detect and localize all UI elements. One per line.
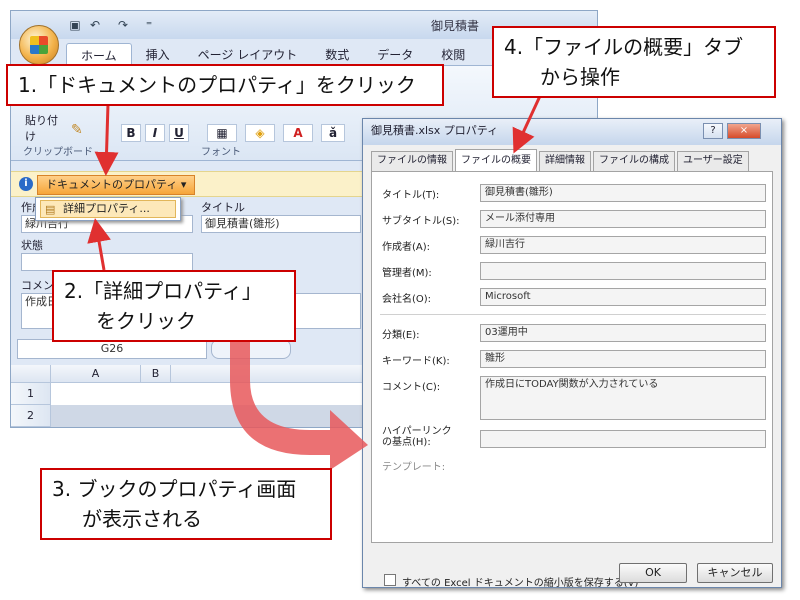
callout-step-4: 4.「ファイルの概要」タブ から操作 bbox=[492, 26, 776, 98]
callout-step-4-line1: 4.「ファイルの概要」タブ bbox=[504, 35, 744, 59]
callout-step-2: 2.「詳細プロパティ」 をクリック bbox=[52, 270, 296, 342]
callout-step-2-line1: 2.「詳細プロパティ」 bbox=[64, 279, 262, 303]
arrow-step-1 bbox=[94, 103, 119, 176]
arrow-step-4 bbox=[512, 95, 542, 154]
callout-step-2-line2: をクリック bbox=[96, 309, 196, 333]
callout-step-4-line2: から操作 bbox=[540, 65, 620, 89]
arrow-step-2 bbox=[87, 218, 111, 271]
callout-step-3-line1: 3. ブックのプロパティ画面 bbox=[52, 477, 297, 501]
callout-step-3: 3. ブックのプロパティ画面 が表示される bbox=[40, 468, 332, 540]
callout-step-3-line2: が表示される bbox=[82, 507, 202, 531]
callout-step-1: 1.「ドキュメントのプロパティ」をクリック bbox=[6, 64, 444, 106]
